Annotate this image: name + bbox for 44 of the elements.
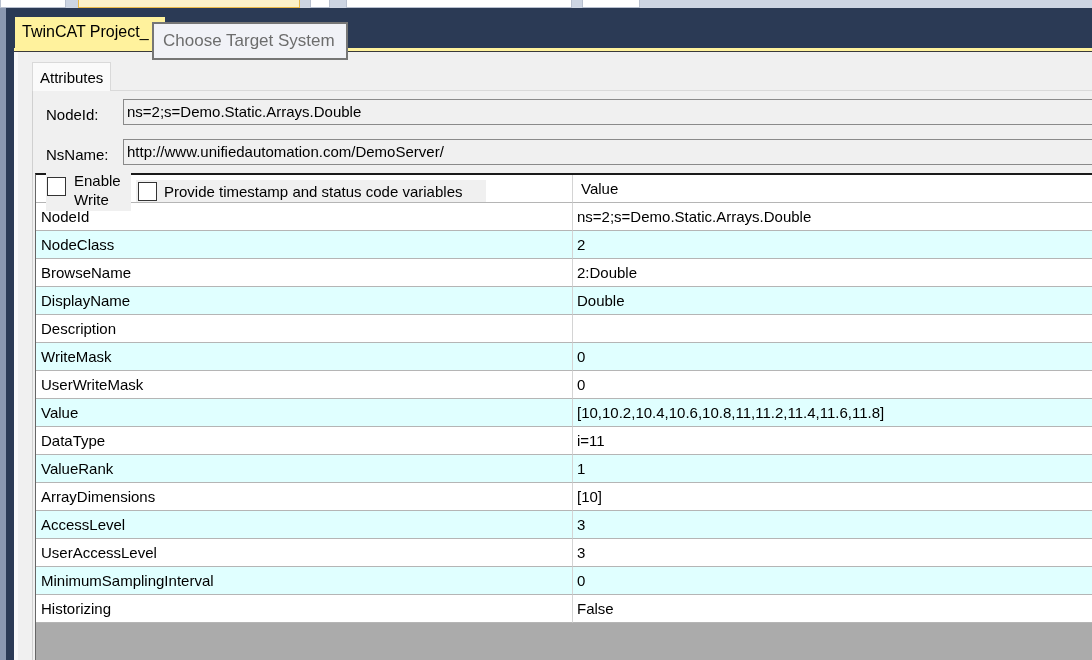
attribute-value-cell: 0 <box>573 567 1092 595</box>
column-header[interactable]: Value <box>573 175 1092 203</box>
attribute-value-cell: 0 <box>573 371 1092 399</box>
toolbar-field[interactable] <box>346 0 572 8</box>
attributes-tab[interactable]: Attributes <box>32 62 112 91</box>
attribute-name-cell: AccessLevel <box>36 511 573 539</box>
attribute-name-cell: DisplayName <box>36 287 573 315</box>
field-label: NsName: <box>45 145 110 165</box>
attribute-name-cell: MinimumSamplingInterval <box>36 567 573 595</box>
attribute-value-cell: 3 <box>573 511 1092 539</box>
text-field[interactable]: ns=2;s=Demo.Static.Arrays.Double <box>123 99 1092 125</box>
toolbar-field[interactable] <box>0 0 66 8</box>
attribute-value-cell: i=11 <box>573 427 1092 455</box>
toolbar-field[interactable] <box>78 0 300 8</box>
attribute-value-cell: 0 <box>573 343 1092 371</box>
attribute-value-cell: 1 <box>573 455 1092 483</box>
attribute-name-cell: NodeClass <box>36 231 573 259</box>
attribute-name-cell: UserAccessLevel <box>36 539 573 567</box>
attribute-value-cell: Double <box>573 287 1092 315</box>
attribute-name-cell: ValueRank <box>36 455 573 483</box>
attribute-name-cell: BrowseName <box>36 259 573 287</box>
attribute-name-cell: WriteMask <box>36 343 573 371</box>
checkbox-label: Provide timestamp and status code variables <box>164 181 463 201</box>
field-label: NodeId: <box>45 105 100 125</box>
attribute-value-cell: [10] <box>573 483 1092 511</box>
attribute-name-cell: Description <box>36 315 573 343</box>
attribute-value-cell: 3 <box>573 539 1092 567</box>
attribute-value-cell: 2 <box>573 231 1092 259</box>
attribute-name-cell: DataType <box>36 427 573 455</box>
attribute-name-cell: Value <box>36 399 573 427</box>
attribute-value-cell: False <box>573 595 1092 623</box>
attribute-name-cell: UserWriteMask <box>36 371 573 399</box>
attribute-value-cell: [10,10.2,10.4,10.6,10.8,11,11.2,11.4,11.6,11.8] <box>573 399 1092 427</box>
toolbar-field[interactable] <box>310 0 330 8</box>
document-tab[interactable]: TwinCAT Project_ <box>15 17 165 48</box>
toolbar-field[interactable] <box>582 0 640 8</box>
checkbox[interactable] <box>138 181 157 201</box>
attribute-name-cell: Historizing <box>36 595 573 623</box>
tooltip: Choose Target System <box>152 22 348 60</box>
attribute-value-cell: ns=2;s=Demo.Static.Arrays.Double <box>573 203 1092 231</box>
text-field[interactable]: http://www.unifiedautomation.com/DemoServer/ <box>123 139 1092 165</box>
checkbox[interactable] <box>47 177 66 196</box>
attribute-value-cell: 2:Double <box>573 259 1092 287</box>
attribute-name-cell: ArrayDimensions <box>36 483 573 511</box>
